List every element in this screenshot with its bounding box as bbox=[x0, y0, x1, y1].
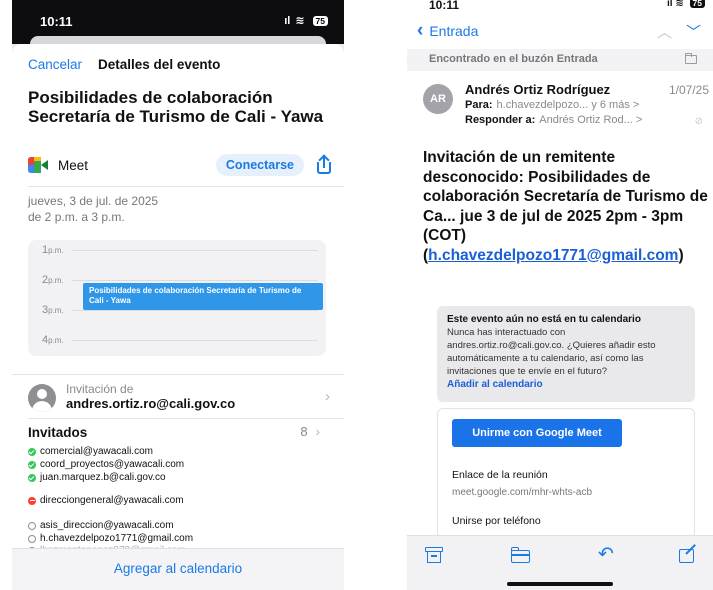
battery-icon: 75 bbox=[689, 0, 705, 8]
guest-item: coord_proyectos@yawacali.com bbox=[28, 459, 184, 470]
accepted-check-icon bbox=[28, 460, 36, 469]
meeting-link[interactable]: meet.google.com/mhr-whts-acb bbox=[452, 487, 592, 498]
signal-icon: ıl bbox=[284, 14, 291, 27]
day-view-event-block[interactable]: Posibilidades de colaboración Secretaría… bbox=[83, 283, 323, 310]
status-time: 10:11 bbox=[429, 0, 460, 12]
wifi-icon: ≋ bbox=[675, 0, 684, 9]
guest-item: asis_direccion@yawacali.com bbox=[28, 520, 174, 531]
compose-icon[interactable] bbox=[679, 544, 697, 563]
hour-label-4: 4p.m. bbox=[42, 334, 64, 346]
pending-icon bbox=[28, 534, 36, 543]
wifi-icon: ≋ bbox=[295, 15, 305, 27]
sender-name[interactable]: Andrés Ortiz Rodríguez bbox=[465, 82, 610, 97]
event-time-range: de 2 p.m. a 3 p.m. bbox=[28, 210, 125, 224]
divider bbox=[12, 374, 344, 375]
organizer-email: andres.ortiz.ro@cali.gov.co bbox=[66, 396, 236, 411]
next-message-icon[interactable]: ﹀ bbox=[686, 21, 701, 42]
status-icons: ıl ≋ 75 bbox=[667, 0, 705, 9]
status-bar: 10:11 ıl ≋ 75 bbox=[407, 0, 713, 18]
divider bbox=[28, 186, 344, 187]
guest-item: juan.marquez.b@cali.gov.co bbox=[28, 472, 166, 483]
share-icon[interactable] bbox=[316, 154, 332, 174]
chevron-right-icon: › bbox=[325, 388, 330, 405]
declined-icon bbox=[28, 496, 36, 505]
status-time: 10:11 bbox=[40, 14, 73, 29]
screenshot-stage: 10:11 ıl ≋ 75 Cancelar Detalles del even… bbox=[0, 0, 713, 590]
reply-to-line[interactable]: Responder a: Andrés Ortiz Rod... > bbox=[465, 114, 642, 126]
home-indicator[interactable] bbox=[507, 582, 613, 586]
message-toolbar: ↶ bbox=[407, 535, 713, 590]
sender-avatar: AR bbox=[423, 84, 453, 114]
nav-bar: ‹ Entrada ︿ ﹀ bbox=[407, 20, 713, 44]
event-date: jueves, 3 de jul. de 2025 bbox=[28, 194, 159, 208]
meeting-link-label: Enlace de la reunión bbox=[452, 469, 548, 481]
add-to-calendar-link[interactable]: Añadir al calendario bbox=[447, 379, 685, 390]
folder-icon[interactable] bbox=[685, 53, 697, 64]
accepted-check-icon bbox=[28, 447, 36, 456]
reply-icon[interactable]: ↶ bbox=[597, 545, 615, 564]
nav-bar: Cancelar Detalles del evento bbox=[28, 54, 328, 74]
bottom-bar: Agregar al calendario bbox=[12, 548, 344, 590]
cancel-button[interactable]: Cancelar bbox=[28, 57, 82, 72]
connect-button[interactable]: Conectarse bbox=[215, 154, 304, 176]
add-to-calendar-button[interactable]: Agregar al calendario bbox=[12, 561, 344, 576]
to-line[interactable]: Para: h.chavezdelpozo... y 6 más > bbox=[465, 99, 639, 111]
guests-title: Invitados bbox=[28, 425, 88, 440]
invitation-from-row[interactable]: Invitación de andres.ortiz.ro@cali.gov.c… bbox=[28, 382, 330, 412]
google-meet-icon bbox=[28, 157, 48, 173]
mailbox-banner: Encontrado en el buzón Entrada bbox=[407, 49, 713, 71]
previous-message-icon[interactable]: ︿ bbox=[657, 21, 672, 42]
nav-title: Detalles del evento bbox=[98, 56, 221, 72]
guest-item: direcciongeneral@yawacali.com bbox=[28, 495, 184, 506]
notice-body: Nunca has interactuado con andres.ortiz.… bbox=[447, 327, 656, 377]
day-view[interactable]: 1p.m. 2p.m. 3p.m. 4p.m. Posibilidades de… bbox=[28, 240, 326, 356]
guest-item: comercial@yawacali.com bbox=[28, 446, 153, 457]
meet-invite-card: Unirme con Google Meet Enlace de la reun… bbox=[437, 408, 695, 538]
hour-label-1: 1p.m. bbox=[42, 244, 64, 256]
signal-icon: ıl bbox=[667, 0, 673, 9]
message-navigation: ︿ ﹀ bbox=[657, 21, 701, 42]
calendar-notice-card: Este evento aún no está en tu calendario… bbox=[437, 306, 695, 402]
guests-header[interactable]: Invitados 8 › bbox=[28, 424, 332, 442]
chevron-right-icon: › bbox=[315, 424, 320, 439]
pending-icon bbox=[28, 521, 36, 530]
event-title: Posibilidades de colaboración Secretaría… bbox=[28, 88, 324, 126]
move-folder-icon[interactable] bbox=[511, 547, 530, 563]
join-by-phone-label: Unirse por teléfono bbox=[452, 515, 541, 527]
hour-label-2: 2p.m. bbox=[42, 274, 64, 286]
calendar-event-screen: 10:11 ıl ≋ 75 Cancelar Detalles del even… bbox=[12, 0, 344, 590]
recipient-email-link[interactable]: h.chavezdelpozo1771@gmail.com bbox=[428, 247, 678, 264]
event-details-sheet: Cancelar Detalles del evento Posibilidad… bbox=[12, 44, 344, 590]
archive-icon[interactable] bbox=[425, 547, 443, 563]
divider bbox=[28, 418, 344, 419]
back-button[interactable]: ‹ Entrada bbox=[417, 20, 478, 41]
invitation-label: Invitación de bbox=[66, 382, 134, 396]
person-avatar-icon bbox=[28, 384, 56, 412]
meet-label: Meet bbox=[58, 157, 89, 173]
chevron-left-icon: ‹ bbox=[417, 20, 424, 41]
accepted-check-icon bbox=[28, 473, 36, 482]
paperclip-icon: ⊘ bbox=[694, 116, 703, 127]
status-icons: ıl ≋ 75 bbox=[284, 14, 328, 27]
guest-item: h.chavezdelpozo1771@gmail.com bbox=[28, 533, 193, 544]
found-in-mailbox-text: Encontrado en el buzón Entrada bbox=[429, 53, 598, 65]
hour-label-3: 3p.m. bbox=[42, 304, 64, 316]
battery-icon: 75 bbox=[312, 15, 328, 26]
mail-message-screen: 10:11 ıl ≋ 75 ‹ Entrada ︿ ﹀ Encontrado en… bbox=[407, 0, 713, 590]
guests-count: 8 › bbox=[300, 424, 320, 439]
notice-heading: Este evento aún no está en tu calendario bbox=[447, 314, 641, 325]
message-subject: Invitación de un remitente desconocido: … bbox=[423, 149, 708, 264]
join-google-meet-button[interactable]: Unirme con Google Meet bbox=[452, 419, 622, 447]
meet-row: Meet Conectarse bbox=[28, 152, 332, 178]
message-date: 1/07/25 bbox=[668, 83, 709, 97]
